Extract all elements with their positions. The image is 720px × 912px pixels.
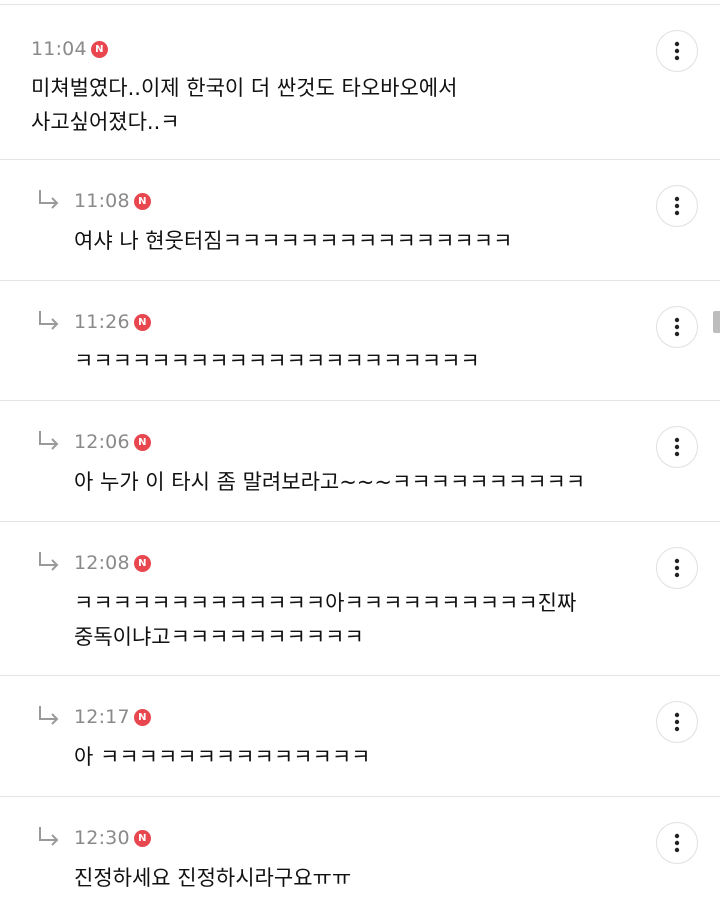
comment-meta: 11:08 N — [36, 188, 151, 214]
reply-arrow-icon — [39, 431, 59, 450]
reply-item: 12:08 N ㅋㅋㅋㅋㅋㅋㅋㅋㅋㅋㅋㅋㅋ아ㅋㅋㅋㅋㅋㅋㅋㅋㅋㅋ진짜 중독이냐고… — [0, 521, 720, 675]
more-vertical-icon — [674, 558, 680, 578]
comment-time: 11:26 — [74, 311, 130, 333]
more-vertical-icon — [674, 317, 680, 337]
new-badge: N — [133, 192, 151, 210]
more-options-button[interactable] — [656, 822, 698, 864]
comment-text: 아 ㅋㅋㅋㅋㅋㅋㅋㅋㅋㅋㅋㅋㅋㅋ — [74, 745, 371, 769]
reply-arrow-icon — [39, 706, 59, 725]
more-options-button[interactable] — [656, 547, 698, 589]
more-options-button[interactable] — [656, 426, 698, 468]
comment-text: 진정하세요 진정하시라구요ㅠㅠ — [74, 866, 352, 890]
comment-text: 여샤 나 현웃터짐ㅋㅋㅋㅋㅋㅋㅋㅋㅋㅋㅋㅋㅋㅋㅋ — [74, 229, 513, 253]
comment-meta: 11:04 N — [31, 36, 108, 62]
comment-time: 12:30 — [74, 827, 130, 849]
more-options-button[interactable] — [656, 30, 698, 72]
comment-meta: 11:26 N — [36, 309, 151, 335]
new-badge: N — [133, 708, 151, 726]
reply-item: 11:26 N ㅋㅋㅋㅋㅋㅋㅋㅋㅋㅋㅋㅋㅋㅋㅋㅋㅋㅋㅋㅋㅋ — [0, 280, 720, 400]
comment-text: 아 누가 이 타시 좀 말려보라고~~~ㅋㅋㅋㅋㅋㅋㅋㅋㅋㅋ — [74, 470, 586, 494]
reply-arrow-icon — [39, 311, 59, 330]
reply-item: 12:17 N 아 ㅋㅋㅋㅋㅋㅋㅋㅋㅋㅋㅋㅋㅋㅋ — [0, 675, 720, 796]
comment-time: 12:08 — [74, 552, 130, 574]
more-options-button[interactable] — [656, 701, 698, 743]
comment-time: 12:17 — [74, 706, 130, 728]
new-badge: N — [133, 433, 151, 451]
comment-item: 11:04 N 미쳐벌였다..이제 한국이 더 싼것도 타오바오에서 사고싶어졌… — [0, 4, 720, 159]
comment-meta: 12:17 N — [36, 704, 151, 730]
reply-item: 12:30 N 진정하세요 진정하시라구요ㅠㅠ — [0, 796, 720, 912]
comment-text: 미쳐벌였다..이제 한국이 더 싼것도 타오바오에서 사고싶어졌다..ㅋ — [31, 76, 458, 134]
comment-meta: 12:06 N — [36, 429, 151, 455]
more-vertical-icon — [674, 437, 680, 457]
more-vertical-icon — [674, 833, 680, 853]
reply-arrow-icon — [39, 190, 59, 209]
more-vertical-icon — [674, 41, 680, 61]
new-badge: N — [90, 40, 108, 58]
more-options-button[interactable] — [656, 306, 698, 348]
more-vertical-icon — [674, 196, 680, 216]
reply-item: 12:06 N 아 누가 이 타시 좀 말려보라고~~~ㅋㅋㅋㅋㅋㅋㅋㅋㅋㅋ — [0, 400, 720, 521]
comment-text: ㅋㅋㅋㅋㅋㅋㅋㅋㅋㅋㅋㅋㅋ아ㅋㅋㅋㅋㅋㅋㅋㅋㅋㅋ진짜 중독이냐고ㅋㅋㅋㅋㅋㅋㅋㅋ… — [74, 591, 577, 649]
new-badge: N — [133, 313, 151, 331]
comment-meta: 12:08 N — [36, 550, 151, 576]
more-options-button[interactable] — [656, 185, 698, 227]
comment-list: 11:04 N 미쳐벌였다..이제 한국이 더 싼것도 타오바오에서 사고싶어졌… — [0, 0, 720, 912]
more-vertical-icon — [674, 712, 680, 732]
comment-time: 12:06 — [74, 431, 130, 453]
reply-item: 11:08 N 여샤 나 현웃터짐ㅋㅋㅋㅋㅋㅋㅋㅋㅋㅋㅋㅋㅋㅋㅋ — [0, 159, 720, 280]
scrollbar-thumb[interactable] — [713, 311, 720, 333]
new-badge: N — [133, 554, 151, 572]
comment-time: 11:04 — [31, 38, 87, 60]
reply-arrow-icon — [39, 552, 59, 571]
reply-arrow-icon — [39, 827, 59, 846]
comment-meta: 12:30 N — [36, 825, 151, 851]
new-badge: N — [133, 829, 151, 847]
comment-text: ㅋㅋㅋㅋㅋㅋㅋㅋㅋㅋㅋㅋㅋㅋㅋㅋㅋㅋㅋㅋㅋ — [74, 349, 480, 373]
comment-time: 11:08 — [74, 190, 130, 212]
